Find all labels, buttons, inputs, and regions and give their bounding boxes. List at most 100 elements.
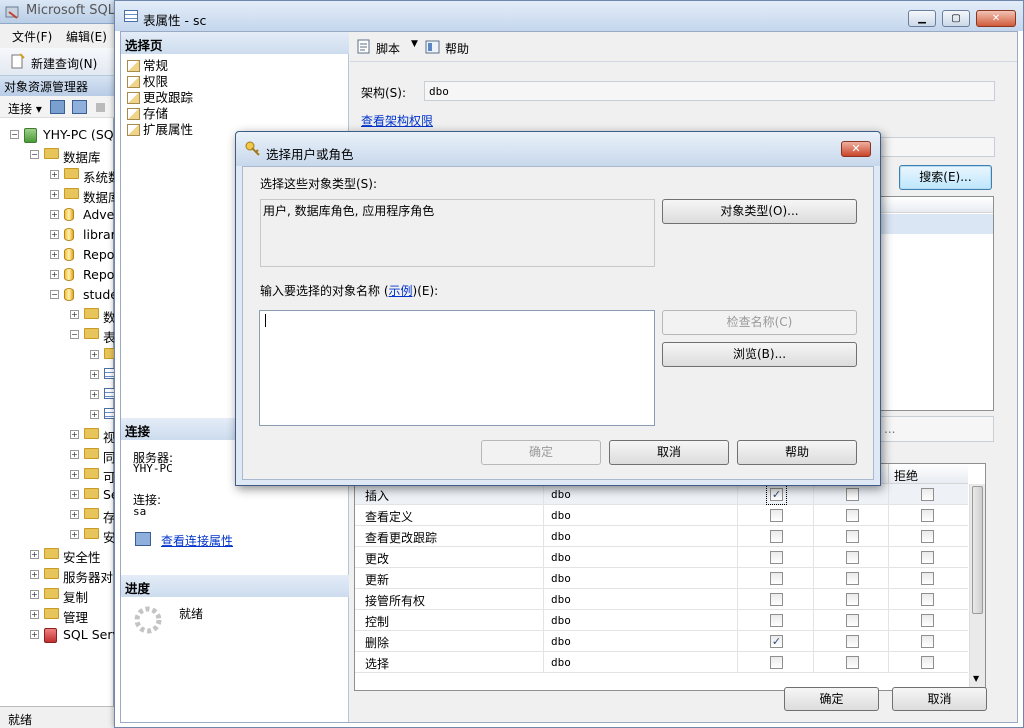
with-grant-checkbox[interactable] xyxy=(846,509,859,522)
expand-icon[interactable]: + xyxy=(50,270,59,279)
expand-icon[interactable]: + xyxy=(30,630,39,639)
expand-icon[interactable]: + xyxy=(50,230,59,239)
expand-icon[interactable]: + xyxy=(70,450,79,459)
expand-icon[interactable]: + xyxy=(70,510,79,519)
menu-file[interactable]: 文件(F) xyxy=(12,28,52,45)
menu-edit[interactable]: 编辑(E) xyxy=(66,28,107,45)
expand-icon[interactable]: + xyxy=(50,250,59,259)
deny-checkbox[interactable] xyxy=(921,572,934,585)
collapse-icon[interactable]: − xyxy=(30,150,39,159)
grant-checkbox[interactable] xyxy=(770,593,783,606)
with-grant-checkbox[interactable] xyxy=(846,530,859,543)
page-storage[interactable]: 存储 xyxy=(127,103,168,121)
deny-checkbox[interactable] xyxy=(921,488,934,501)
expand-icon[interactable]: + xyxy=(30,570,39,579)
permission-row[interactable]: 控制 dbo xyxy=(355,610,968,631)
grant-checkbox[interactable] xyxy=(770,551,783,564)
permission-row[interactable]: 更改 dbo xyxy=(355,547,968,568)
grant-checkbox[interactable] xyxy=(770,614,783,627)
dialog-ok-button[interactable]: 确定 xyxy=(481,440,601,465)
with-grant-checkbox[interactable] xyxy=(846,572,859,585)
permission-row[interactable]: 删除 dbo ✓ xyxy=(355,631,968,652)
grant-checkbox[interactable]: ✓ xyxy=(770,635,783,648)
deny-checkbox[interactable] xyxy=(921,551,934,564)
examples-link[interactable]: 示例 xyxy=(389,284,413,298)
object-types-button[interactable]: 对象类型(O)... xyxy=(662,199,857,224)
minimize-button[interactable]: ▁ xyxy=(908,10,936,27)
grid-header-divider xyxy=(888,464,889,484)
grid-vertical-scrollbar[interactable]: ▼ xyxy=(969,484,985,690)
expand-icon[interactable]: + xyxy=(70,470,79,479)
connect-object-explorer-icon[interactable] xyxy=(50,100,65,114)
properties-cancel-button[interactable]: 取消 xyxy=(892,687,987,711)
expand-icon[interactable]: + xyxy=(50,210,59,219)
dialog-close-button[interactable]: ✕ xyxy=(841,141,871,157)
expand-icon[interactable]: + xyxy=(90,390,99,399)
view-connection-properties-link[interactable]: 查看连接属性 xyxy=(161,532,233,549)
page-extended-properties[interactable]: 扩展属性 xyxy=(127,119,193,137)
permission-row[interactable]: 选择 dbo xyxy=(355,652,968,673)
permission-grantor: dbo xyxy=(551,572,571,585)
collapse-icon[interactable]: − xyxy=(70,330,79,339)
check-names-button[interactable]: 检查名称(C) xyxy=(662,310,857,335)
grant-checkbox[interactable] xyxy=(770,572,783,585)
expand-icon[interactable]: + xyxy=(70,530,79,539)
page-general[interactable]: 常规 xyxy=(127,55,168,73)
permission-row[interactable]: 查看定义 dbo xyxy=(355,505,968,526)
permission-row[interactable]: 插入 dbo ✓ xyxy=(355,484,968,505)
search-button[interactable]: 搜索(E)... xyxy=(899,165,992,190)
object-names-input[interactable] xyxy=(259,310,655,426)
expand-icon[interactable]: + xyxy=(90,370,99,379)
with-grant-checkbox[interactable] xyxy=(846,635,859,648)
expand-icon[interactable]: + xyxy=(30,610,39,619)
connect-dropdown[interactable]: 连接 ▾ xyxy=(8,100,42,117)
properties-ok-button[interactable]: 确定 xyxy=(784,687,879,711)
grid-column-divider xyxy=(813,589,814,610)
folder-icon xyxy=(44,148,59,159)
grant-checkbox[interactable]: ✓ xyxy=(766,484,787,505)
permissions-grid: 拒绝 插入 dbo ✓ 查看定义 dbo 查看更改跟踪 dbo 更改 dbo 更新 dbo 接管所有权… xyxy=(354,463,986,691)
grant-checkbox[interactable] xyxy=(770,656,783,669)
tree-node-label: librar xyxy=(83,227,116,242)
deny-checkbox[interactable] xyxy=(921,656,934,669)
deny-checkbox[interactable] xyxy=(921,635,934,648)
expand-icon[interactable]: + xyxy=(50,190,59,199)
deny-checkbox[interactable] xyxy=(921,614,934,627)
grant-checkbox[interactable] xyxy=(770,509,783,522)
expand-icon[interactable]: + xyxy=(70,310,79,319)
permission-name: 控制 xyxy=(365,615,390,629)
expand-icon[interactable]: + xyxy=(70,490,79,499)
permission-row[interactable]: 更新 dbo xyxy=(355,568,968,589)
expand-icon[interactable]: + xyxy=(30,550,39,559)
disconnect-icon[interactable] xyxy=(72,100,87,114)
expand-icon[interactable]: + xyxy=(90,410,99,419)
with-grant-checkbox[interactable] xyxy=(846,614,859,627)
with-grant-checkbox[interactable] xyxy=(846,656,859,669)
permission-row[interactable]: 查看更改跟踪 dbo xyxy=(355,526,968,547)
expand-icon[interactable]: + xyxy=(90,350,99,359)
grant-checkbox[interactable] xyxy=(770,530,783,543)
stop-icon[interactable] xyxy=(96,103,105,112)
with-grant-checkbox[interactable] xyxy=(846,593,859,606)
collapse-icon[interactable]: − xyxy=(50,290,59,299)
expand-icon[interactable]: + xyxy=(50,170,59,179)
view-schema-permissions-link[interactable]: 查看架构权限 xyxy=(361,112,433,129)
deny-checkbox[interactable] xyxy=(921,530,934,543)
permission-row[interactable]: 接管所有权 dbo xyxy=(355,589,968,610)
page-permissions[interactable]: 权限 xyxy=(127,71,168,89)
deny-checkbox[interactable] xyxy=(921,509,934,522)
page-change-tracking[interactable]: 更改跟踪 xyxy=(127,87,193,105)
deny-checkbox[interactable] xyxy=(921,593,934,606)
scroll-down-icon[interactable]: ▼ xyxy=(973,674,979,683)
dialog-help-button[interactable]: 帮助 xyxy=(737,440,857,465)
close-button[interactable]: ✕ xyxy=(976,10,1016,27)
with-grant-checkbox[interactable] xyxy=(846,488,859,501)
with-grant-checkbox[interactable] xyxy=(846,551,859,564)
maximize-button[interactable]: ▢ xyxy=(942,10,970,27)
expand-icon[interactable]: + xyxy=(70,430,79,439)
collapse-icon[interactable]: − xyxy=(10,130,19,139)
grid-scrollbar-thumb[interactable] xyxy=(972,486,983,614)
dialog-cancel-button[interactable]: 取消 xyxy=(609,440,729,465)
browse-button[interactable]: 浏览(B)... xyxy=(662,342,857,367)
expand-icon[interactable]: + xyxy=(30,590,39,599)
